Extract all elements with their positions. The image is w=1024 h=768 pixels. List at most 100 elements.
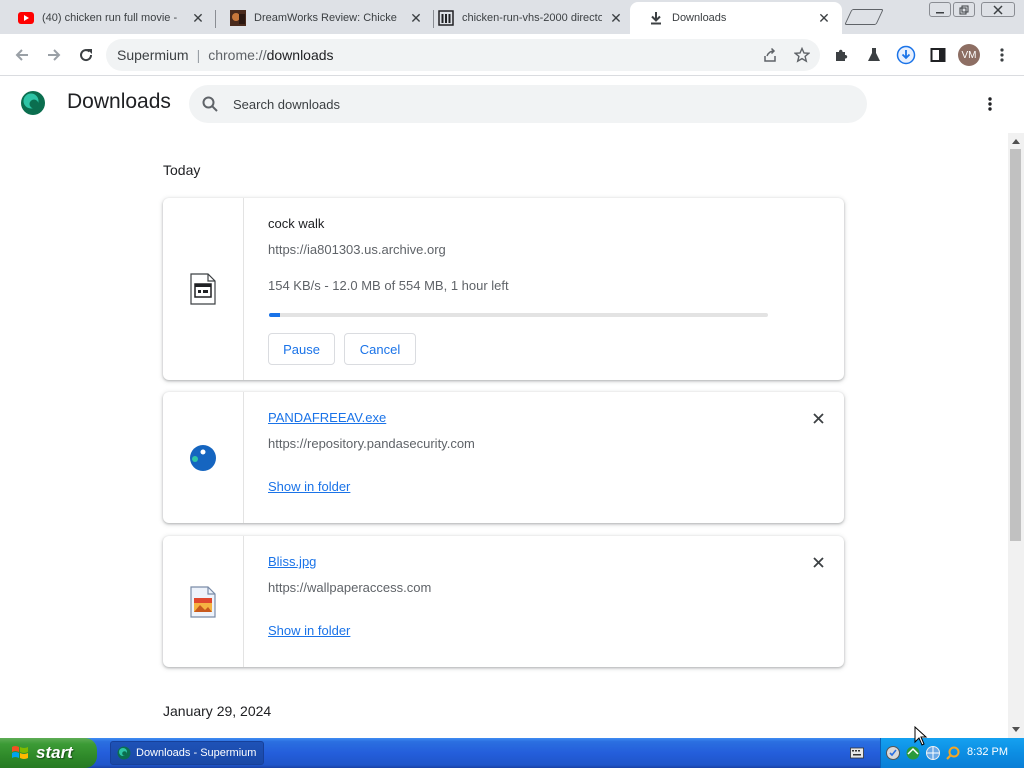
file-icon-column	[163, 198, 244, 380]
tab-title: Downloads	[672, 12, 727, 24]
url-scheme: chrome://	[208, 47, 267, 63]
clock: 8:32 PM	[967, 746, 1008, 758]
tab-archive[interactable]: chicken-run-vhs-2000 directo ✕	[420, 2, 634, 34]
bookmark-button[interactable]	[789, 42, 815, 68]
globe-icon[interactable]	[925, 745, 941, 761]
security-shield-icon[interactable]	[885, 745, 901, 761]
url-path: downloads	[266, 47, 334, 63]
search-input[interactable]	[233, 93, 833, 115]
taskbar-window-button[interactable]: Downloads - Supermium	[110, 741, 264, 765]
tab-title: (40) chicken run full movie -	[42, 12, 178, 24]
page-title: Downloads	[67, 90, 171, 113]
download-item-completed: Bliss.jpg https://wallpaperaccess.com Sh…	[163, 536, 844, 667]
tab-strip: (40) chicken run full movie - ✕ DreamWor…	[0, 0, 1024, 34]
share-icon	[764, 47, 776, 62]
puzzle-icon	[836, 49, 848, 61]
download-item-in-progress: cock walk https://ia801303.us.archive.or…	[163, 198, 844, 380]
network-icon[interactable]	[905, 745, 921, 761]
tab-youtube[interactable]: (40) chicken run full movie - ✕	[0, 2, 216, 34]
image-file-icon	[190, 585, 216, 618]
file-icon-column	[163, 536, 244, 667]
tab-title: chicken-run-vhs-2000 directo	[462, 12, 602, 24]
kebab-menu-icon	[1000, 48, 1004, 62]
tab-dreamworks-review[interactable]: DreamWorks Review: Chicke ✕	[212, 2, 434, 34]
page-scrollbar[interactable]	[1008, 133, 1024, 738]
download-icon	[648, 10, 664, 26]
panda-icon	[190, 444, 216, 471]
download-source-url[interactable]: https://wallpaperaccess.com	[268, 580, 431, 595]
forward-arrow-icon	[48, 49, 61, 61]
remove-download-button[interactable]	[809, 409, 827, 427]
date-heading: January 29, 2024	[163, 703, 272, 719]
back-button[interactable]	[9, 42, 35, 68]
show-in-folder-link[interactable]: Show in folder	[268, 623, 350, 638]
download-filename: cock walk	[268, 216, 325, 231]
download-filename-link[interactable]: PANDAFREEAV.exe	[268, 410, 386, 425]
back-arrow-icon	[15, 49, 28, 61]
browser-name-chip: Supermium	[117, 47, 189, 63]
omnibox-divider: |	[196, 47, 201, 63]
keyboard-icon[interactable]	[850, 747, 864, 759]
restore-button[interactable]	[953, 2, 975, 17]
address-bar[interactable]: Supermium | chrome://downloads	[106, 39, 820, 71]
close-tab-icon[interactable]: ✕	[608, 10, 624, 26]
download-source-url[interactable]: https://repository.pandasecurity.com	[268, 436, 475, 451]
browser-menu-button[interactable]	[989, 42, 1015, 68]
windows-taskbar: start Downloads - Supermium 8:32 PM	[0, 738, 1024, 768]
show-in-folder-link[interactable]: Show in folder	[268, 479, 350, 494]
search-downloads-box[interactable]	[189, 85, 867, 123]
scrollbar-thumb[interactable]	[1010, 149, 1021, 541]
system-tray: 8:32 PM	[880, 738, 1024, 768]
share-button[interactable]	[757, 42, 783, 68]
downloads-list: Today cock walk https://ia801303.us.arch…	[0, 133, 1008, 738]
pause-button[interactable]: Pause	[268, 333, 335, 365]
remove-download-button[interactable]	[809, 553, 827, 571]
side-panel-icon	[930, 48, 946, 62]
scroll-down-arrow-icon[interactable]	[1012, 727, 1020, 732]
download-filename-link[interactable]: Bliss.jpg	[268, 554, 316, 569]
forward-button[interactable]	[41, 42, 67, 68]
cancel-button[interactable]: Cancel	[344, 333, 416, 365]
kebab-menu-icon	[988, 97, 992, 111]
download-progress-icon	[896, 45, 916, 65]
close-icon	[812, 412, 824, 424]
labs-button[interactable]	[861, 42, 887, 68]
tab-title: DreamWorks Review: Chicke	[254, 12, 397, 24]
taskbar-window-title: Downloads - Supermium	[136, 747, 257, 759]
downloads-menu-button[interactable]	[979, 93, 1001, 115]
file-icon-column	[163, 392, 244, 523]
download-item-completed: PANDAFREEAV.exe https://repository.panda…	[163, 392, 844, 523]
side-panel-button[interactable]	[925, 42, 951, 68]
start-label: start	[36, 743, 73, 762]
download-status-text: 154 KB/s - 12.0 MB of 554 MB, 1 hour lef…	[268, 278, 509, 293]
file-generic-icon	[190, 273, 216, 305]
start-button[interactable]: start	[0, 738, 97, 768]
close-tab-icon[interactable]: ✕	[816, 10, 832, 26]
close-window-button[interactable]	[981, 2, 1015, 17]
download-progress-bar	[269, 313, 768, 317]
minimize-button[interactable]	[929, 2, 951, 17]
reload-button[interactable]	[73, 42, 99, 68]
new-tab-button[interactable]	[844, 9, 884, 25]
download-progress-fill	[269, 313, 280, 317]
reload-icon	[80, 49, 93, 62]
youtube-icon	[18, 10, 34, 26]
close-icon	[812, 556, 824, 568]
close-tab-icon[interactable]: ✕	[190, 10, 206, 26]
download-source-url[interactable]: https://ia801303.us.archive.org	[268, 242, 446, 257]
supermium-logo-icon	[21, 91, 45, 115]
profile-avatar[interactable]: VM	[958, 44, 980, 66]
search-tray-icon[interactable]	[945, 745, 961, 761]
star-icon	[794, 47, 810, 63]
extensions-button[interactable]	[829, 42, 855, 68]
search-icon	[202, 96, 218, 112]
date-heading: Today	[163, 162, 201, 178]
mouse-pointer-icon	[914, 726, 928, 746]
archive-icon	[438, 10, 454, 26]
downloads-button[interactable]	[893, 42, 919, 68]
tab-downloads[interactable]: Downloads ✕	[630, 2, 842, 34]
browser-toolbar: Supermium | chrome://downloads VM	[0, 34, 1024, 76]
scroll-up-arrow-icon[interactable]	[1012, 139, 1020, 144]
movie-thumbnail-icon	[230, 10, 246, 26]
downloads-header: Downloads	[0, 77, 1024, 133]
